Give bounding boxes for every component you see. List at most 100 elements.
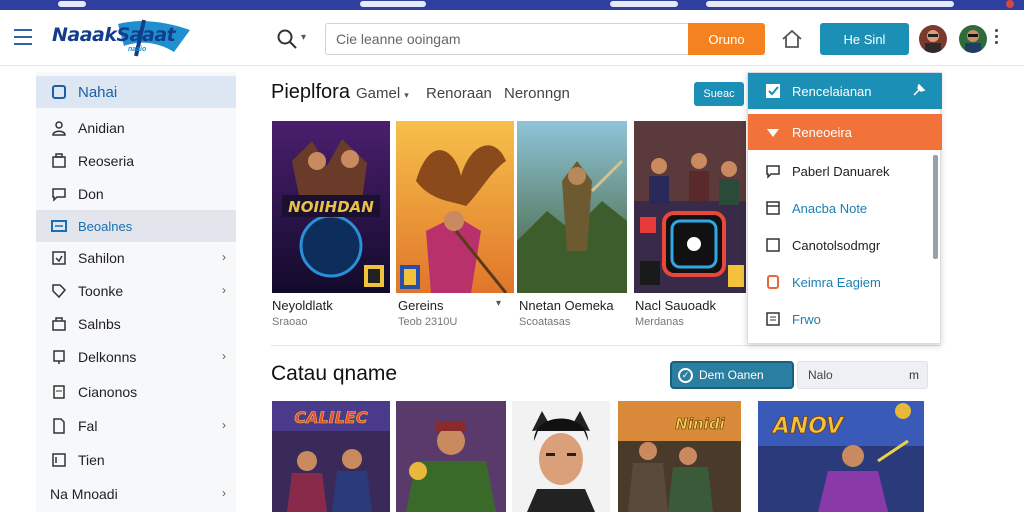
dropdown-item-label: Canotolsodmgr [792,237,881,253]
tab-new[interactable]: Neronngn [504,85,570,102]
sidebar-item[interactable]: Reoseria [36,145,236,177]
dropdown-item-label: Reneoeira [792,124,852,140]
check-icon: ✓ [678,367,693,383]
sidebar-item-label: Beoalnes [78,218,133,234]
dropdown-item[interactable]: Canotolsodmgr [748,227,942,263]
game-card[interactable] [517,121,635,293]
section-title-catalog: Catau qname [271,362,398,385]
card-title[interactable]: Gereins [398,298,444,313]
sidebar-item[interactable]: Na Mnoadi › [36,478,236,510]
sidebar-item[interactable]: Sahilon › [36,242,236,274]
more-options-icon[interactable] [992,29,1000,49]
card-title[interactable]: Nnetan Oemeka [519,298,614,313]
filter-button-label: Dem Oanen [699,368,764,382]
square-icon [764,236,782,254]
card-subtitle: Merdanas [635,316,684,328]
user-icon [50,119,68,137]
card-subtitle: Scoatasas [519,316,571,328]
chevron-down-icon: ▾ [404,90,409,100]
browser-tab-pill [58,1,86,7]
star-icon [764,123,782,141]
see-all-button[interactable]: Sueac [694,82,744,106]
catalog-card[interactable]: ANOV [758,401,924,512]
dropdown-item[interactable]: Reneoeira [748,114,942,150]
sidebar-item-label: Toonke [78,283,124,299]
sidebar-item[interactable]: Nahai [36,76,236,108]
chevron-right-icon[interactable]: › [222,250,226,264]
tray-icon [764,199,782,217]
folder-icon [50,217,68,235]
catalog-card[interactable] [396,401,506,512]
tab-recommended[interactable]: Renoraan [426,85,492,102]
sign-in-button[interactable]: He Sinl [820,23,909,55]
dropdown-item-label: Anacba Note [792,200,868,216]
sidebar-item-label: Fal [78,418,98,434]
filter-button[interactable]: ✓ Dem Oanen [670,361,794,389]
chevron-right-icon[interactable]: › [222,486,226,500]
sidebar-item-label: Sahilon [78,250,125,266]
sidebar-item-label: Anidian [78,120,125,136]
chevron-down-icon[interactable]: ▾ [496,298,501,309]
browser-close-dot[interactable] [1006,0,1014,8]
card-title[interactable]: Neyoldlatk [272,298,333,313]
home-icon[interactable] [780,27,804,51]
sort-select[interactable]: Nalo m [797,361,928,389]
dropdown-item[interactable]: Frwo [748,301,942,337]
game-card[interactable] [396,121,514,293]
sidebar-item-label: Delkonns [78,349,137,365]
dropdown-item[interactable]: Keimra Eagiem [748,264,942,300]
dropdown-item[interactable]: Anacba Note [748,190,942,226]
catalog-card[interactable]: Ninidi [618,401,741,512]
game-card[interactable]: NOIIHDAN [272,121,390,293]
search-icon[interactable] [276,28,298,50]
catalog-card[interactable] [512,401,610,512]
game-card[interactable] [634,121,752,293]
catalog-card[interactable]: CALILEC [272,401,390,512]
avatar[interactable] [919,25,947,53]
sidebar-item[interactable]: Tien [36,444,236,476]
pin-icon[interactable] [912,83,926,100]
briefcase-icon [50,152,68,170]
checkbox-icon [764,82,782,100]
clipboard-icon [50,383,68,401]
sidebar-item[interactable]: Anidian [36,112,236,144]
sidebar-item[interactable]: Delkonns › [36,341,236,373]
list-icon [50,451,68,469]
logo-subtext: naaio [128,46,147,53]
chevron-down-icon[interactable]: ▾ [301,32,306,43]
card-subtitle: Teob 2310U [398,316,458,328]
tab-games[interactable]: Gamel ▾ [356,85,409,102]
chat-icon [50,185,68,203]
chevron-right-icon[interactable]: › [222,283,226,297]
sort-select-label: Nalo [808,368,833,382]
menu-icon[interactable] [14,29,34,45]
section-title-popular: Pieplfora [271,81,350,103]
chat-icon [764,162,782,180]
sidebar-item-label: Salnbs [78,316,121,332]
catalog-card-art-title: CALILEC [294,408,367,427]
browser-tab-pill [706,1,954,7]
dropdown-item[interactable]: Paberl Danuarek [748,153,942,189]
sidebar-item[interactable]: Cianonos [36,376,236,408]
sidebar-item[interactable]: Toonke › [36,275,236,307]
search-input[interactable] [325,23,689,55]
sidebar: Nahai Anidian Reoseria Don Beoalnes Sahilon › T… [36,72,236,512]
section-divider [271,345,941,346]
card-title[interactable]: Nacl Sauoadk [635,298,716,313]
sidebar-item-label: Na Mnoadi [50,486,118,502]
card-subtitle: Sraoao [272,316,308,328]
sidebar-item[interactable]: Fal › [36,410,236,442]
sort-icon: m [909,368,919,382]
avatar[interactable] [959,25,987,53]
sidebar-item-label: Tien [78,452,105,468]
sidebar-item[interactable]: Salnbs [36,308,236,340]
logo-text[interactable]: NaaakSaaat [52,24,176,46]
sidebar-item[interactable]: Beoalnes [36,210,236,242]
chevron-right-icon[interactable]: › [222,349,226,363]
catalog-card-art-title: Ninidi [675,415,725,433]
search-button[interactable]: Oruno [688,23,765,55]
window-icon [764,310,782,328]
sidebar-item[interactable]: Don [36,178,236,210]
dropdown-item[interactable]: Rencelaianan [748,73,942,109]
chevron-right-icon[interactable]: › [222,418,226,432]
